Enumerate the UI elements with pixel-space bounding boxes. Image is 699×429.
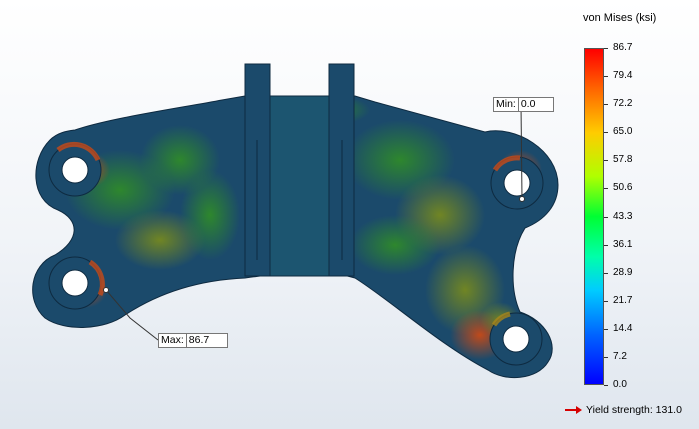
color-scale-tick: [604, 76, 608, 77]
hole-top-left: [48, 141, 102, 197]
hole-right-bottom: [489, 311, 543, 366]
yield-strength-label: Yield strength: 131.0: [586, 404, 682, 416]
color-scale-tick-label: 43.3: [613, 211, 633, 222]
color-scale-tick: [604, 48, 608, 49]
color-scale-tick-label: 21.7: [613, 295, 633, 306]
model-viewport[interactable]: [0, 0, 580, 429]
color-scale-tick-label: 65.0: [613, 126, 633, 137]
color-scale-ticks: [604, 48, 612, 386]
color-scale-tick-label: 57.8: [613, 154, 633, 165]
color-scale-tick-label: 14.4: [613, 323, 633, 334]
min-probe-value: 0.0: [520, 98, 536, 110]
center-slot-face: [269, 95, 330, 277]
color-scale-tick: [604, 217, 608, 218]
color-scale-tick: [604, 357, 608, 358]
max-probe-label[interactable]: Max: 86.7: [158, 333, 228, 348]
color-scale-tick: [604, 104, 608, 105]
min-probe-point[interactable]: [519, 196, 525, 202]
color-scale-tick: [604, 160, 608, 161]
color-scale-tick: [604, 188, 608, 189]
color-scale-tick-label: 50.6: [613, 182, 633, 193]
color-scale-tick: [604, 385, 608, 386]
bracket-part[interactable]: [32, 63, 559, 379]
color-scale-tick-label: 7.2: [613, 351, 627, 362]
color-scale-tick-label: 72.2: [613, 98, 633, 109]
max-probe-value: 86.7: [188, 334, 210, 346]
min-probe-label[interactable]: Min: 0.0: [493, 97, 554, 112]
max-probe-point[interactable]: [103, 287, 109, 293]
hole-right-top: [490, 155, 544, 210]
color-scale-tick: [604, 273, 608, 274]
max-probe-caption: Max:: [159, 334, 187, 347]
legend-title: von Mises (ksi): [583, 12, 657, 24]
color-scale-tick-label: 86.7: [613, 42, 633, 53]
yield-strength-indicator: Yield strength: 131.0: [565, 404, 682, 416]
color-scale-tick-label: 0.0: [613, 379, 627, 390]
color-scale-tick-label: 28.9: [613, 267, 633, 278]
color-scale-tick-label: 79.4: [613, 70, 633, 81]
min-probe-caption: Min:: [494, 98, 519, 111]
color-scale-tick: [604, 301, 608, 302]
color-scale-tick: [604, 245, 608, 246]
color-scale-tick-label: 36.1: [613, 239, 633, 250]
yield-arrow-icon: [565, 406, 582, 414]
color-scale-tick: [604, 132, 608, 133]
color-scale-bar: [584, 48, 604, 385]
color-scale-tick: [604, 329, 608, 330]
